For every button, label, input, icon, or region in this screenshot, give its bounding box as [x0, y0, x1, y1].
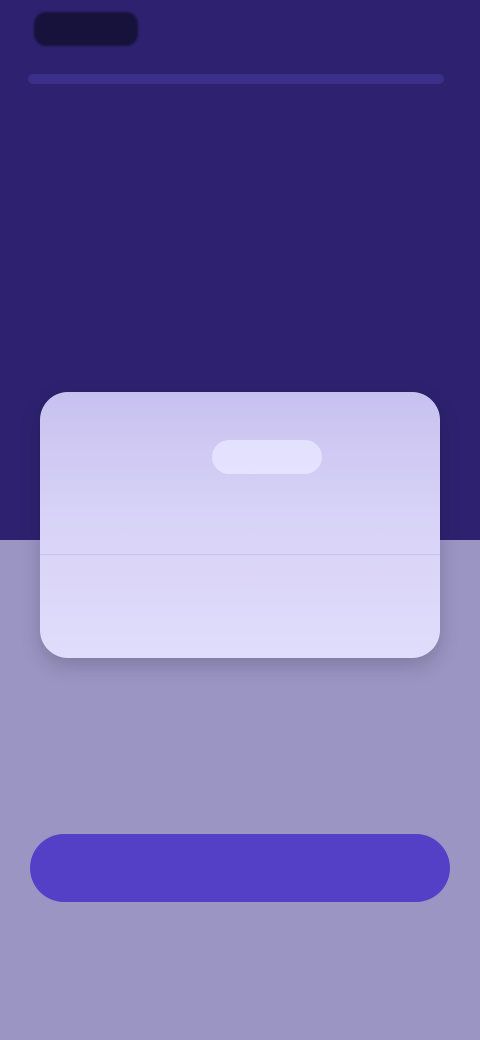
card-highlight [212, 440, 322, 474]
offer-card [40, 392, 440, 658]
top-separator [28, 74, 444, 84]
primary-cta-button[interactable] [30, 834, 450, 902]
secondary-link[interactable] [170, 940, 310, 968]
card-action-right[interactable] [280, 589, 408, 625]
card-action-left[interactable] [73, 589, 215, 625]
app-logo [34, 12, 138, 46]
card-divider [40, 554, 440, 555]
card-actions [40, 578, 440, 636]
